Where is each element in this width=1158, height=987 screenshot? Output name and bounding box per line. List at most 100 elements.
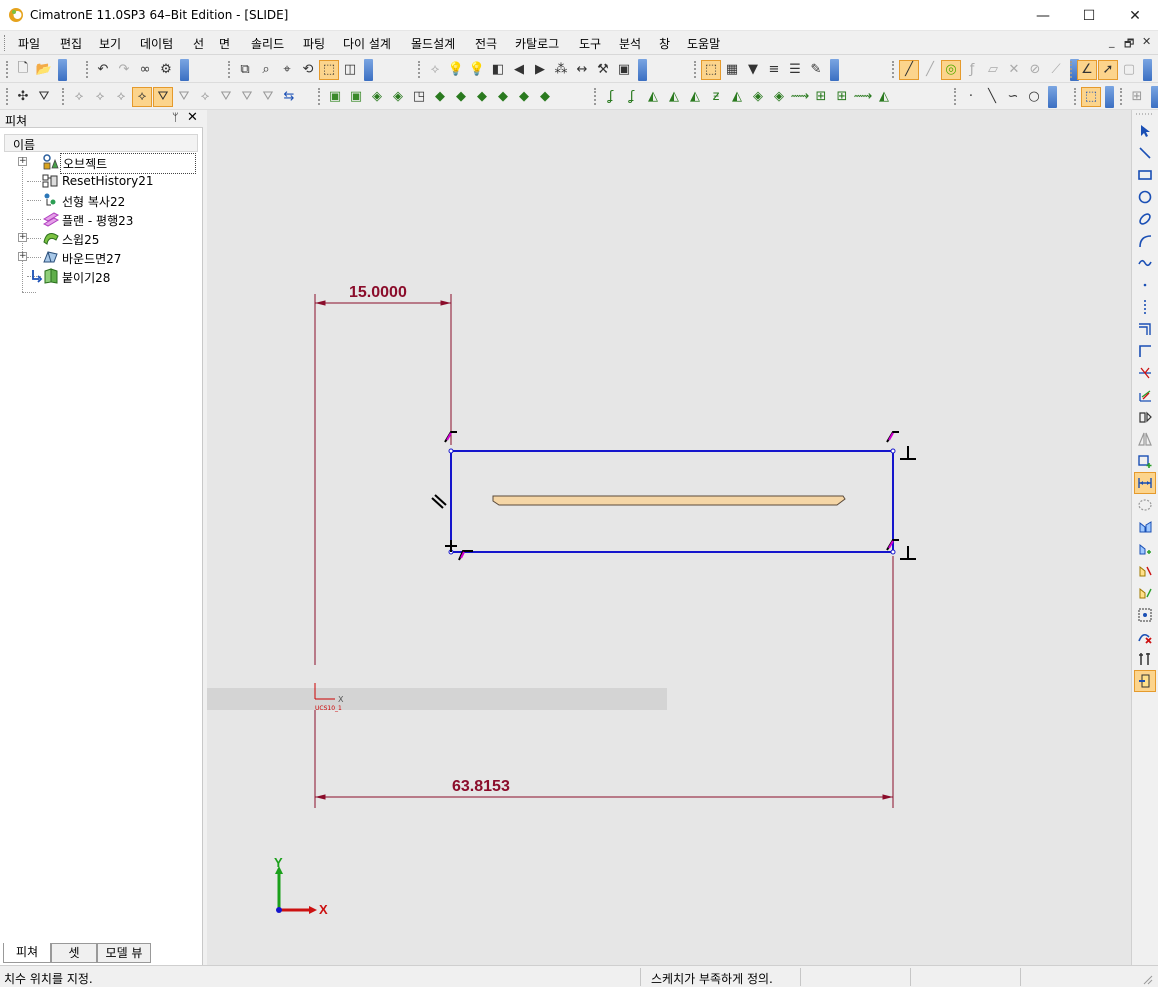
menu-edit[interactable]: 편집	[60, 35, 82, 52]
pick-point-icon[interactable]: ⟡	[90, 87, 110, 107]
dimension-tool-icon[interactable]	[1134, 472, 1156, 494]
solid-a-icon[interactable]: ◆	[430, 87, 450, 107]
view-orientation-icon[interactable]: ◫	[340, 60, 360, 80]
column-header[interactable]: 이름	[4, 134, 198, 152]
pick-filter-c-icon[interactable]: ⛛	[216, 87, 236, 107]
mdi-close-button[interactable]: ✕	[1142, 35, 1151, 48]
line-icon[interactable]: ╲	[982, 87, 1002, 107]
measure-icon[interactable]: ↔	[572, 60, 592, 80]
graphics-viewport[interactable]: 15.0000 63.8153 X UCS10_1 Y X	[207, 110, 1131, 965]
set-tree-icon[interactable]: ⁂	[551, 60, 571, 80]
menu-die-design[interactable]: 다이 설계	[343, 35, 391, 52]
solid-f-icon[interactable]: ◆	[535, 87, 555, 107]
toolbar-options-handle[interactable]	[1143, 58, 1152, 81]
tree-item-linear-copy[interactable]: 선형 복사22	[0, 191, 203, 210]
toolbar-grip-icon[interactable]	[1134, 110, 1156, 118]
zoom-window-icon[interactable]: ⌕	[256, 60, 276, 80]
pick-mode-icon[interactable]: ➚	[1098, 59, 1118, 80]
redo-icon[interactable]: ↷	[114, 60, 134, 80]
rotate-view-icon[interactable]: ⟲	[298, 60, 318, 80]
constraint-c-icon[interactable]	[1134, 560, 1156, 582]
expand-icon[interactable]: +	[18, 157, 27, 166]
surface-j-icon[interactable]: ⟿	[790, 87, 810, 107]
spline-tool-icon[interactable]	[1134, 252, 1156, 274]
paint-bucket-icon[interactable]: ▼	[743, 60, 763, 80]
point-tool-icon[interactable]	[1134, 274, 1156, 296]
surface-h-icon[interactable]: ◈	[748, 87, 768, 107]
menu-face[interactable]: 면	[219, 35, 230, 52]
snap-line-icon[interactable]: ╱	[899, 59, 919, 80]
pick-filter-e-icon[interactable]: ⛛	[258, 87, 278, 107]
solid-d-icon[interactable]: ◆	[493, 87, 513, 107]
menu-mold-design[interactable]: 몰드설계	[411, 35, 455, 52]
menu-help[interactable]: 도움말	[687, 35, 720, 52]
snap-misc-icon[interactable]: ⟋	[1046, 60, 1066, 80]
panel-close-button[interactable]: ✕	[187, 110, 198, 125]
feature-c-icon[interactable]: ◳	[409, 87, 429, 107]
add-constraint-icon[interactable]	[1134, 450, 1156, 472]
feature-new-icon[interactable]: ▣	[325, 87, 345, 107]
brush-icon[interactable]: ✎	[806, 60, 826, 80]
properties-icon[interactable]: ⚒	[593, 60, 613, 80]
expand-icon[interactable]: +	[18, 252, 27, 261]
new-file-icon[interactable]: 🗋	[13, 60, 33, 80]
dimension-bottom[interactable]	[314, 556, 894, 808]
ellipse-tool-icon[interactable]	[1134, 208, 1156, 230]
center-constraint-icon[interactable]	[1134, 604, 1156, 626]
pick-curve-icon[interactable]: ⟡	[111, 87, 131, 107]
menu-electrode[interactable]: 전극	[475, 35, 497, 52]
resize-grip-icon[interactable]	[1140, 972, 1154, 986]
extra-icon[interactable]: ⊞	[1127, 87, 1147, 107]
line-tool-icon[interactable]	[1134, 142, 1156, 164]
centerline-tool-icon[interactable]	[1134, 296, 1156, 318]
tree-item-reset-history[interactable]: ResetHistory21	[0, 172, 203, 191]
filter-funnel-icon[interactable]: ⛛	[34, 87, 54, 107]
auto-dimension-icon[interactable]	[1134, 494, 1156, 516]
color-grid-icon[interactable]: ▦	[722, 60, 742, 80]
exit-sketch-icon[interactable]: ⬚	[1081, 86, 1101, 107]
toolbar-options-handle[interactable]	[58, 58, 67, 81]
trim-tool-icon[interactable]	[1134, 362, 1156, 384]
menu-window[interactable]: 창	[659, 35, 670, 52]
menu-curve[interactable]: 선	[193, 35, 204, 52]
toolbar-options-handle[interactable]	[1105, 85, 1114, 108]
menu-parting[interactable]: 파팅	[303, 35, 325, 52]
maximize-button[interactable]: ☐	[1066, 0, 1112, 31]
menu-tools[interactable]: 도구	[579, 35, 601, 52]
surface-d-icon[interactable]: ◭	[664, 87, 684, 107]
pick-all-icon[interactable]: ⟡	[69, 87, 89, 107]
constraint-b-icon[interactable]	[1134, 538, 1156, 560]
sketch-vertex[interactable]	[890, 549, 896, 555]
toolbar-options-handle[interactable]	[638, 58, 647, 81]
surface-b-icon[interactable]: ʆ	[622, 87, 642, 107]
filter-icon[interactable]: ✣	[13, 87, 33, 107]
dimension-top-value[interactable]: 15.0000	[349, 284, 407, 301]
minimize-button[interactable]: —	[1020, 0, 1066, 31]
tools-icon[interactable]	[1134, 648, 1156, 670]
show-icon[interactable]: 💡	[467, 60, 487, 80]
view-cube-icon[interactable]: ⬚	[319, 59, 339, 80]
circle-tool-icon[interactable]	[1134, 186, 1156, 208]
constraint-d-icon[interactable]	[1134, 582, 1156, 604]
surface-l-icon[interactable]: ⊞	[832, 87, 852, 107]
point-icon[interactable]: ·	[961, 87, 981, 107]
toolbar-options-handle[interactable]	[830, 58, 839, 81]
display-filter-icon[interactable]: ⟡	[425, 60, 445, 80]
select-arrow-icon[interactable]	[1134, 120, 1156, 142]
expand-icon[interactable]: +	[18, 233, 27, 242]
surface-f-icon[interactable]: ƶ	[706, 87, 726, 107]
line-style-icon[interactable]: ≡	[764, 60, 784, 80]
offset-tool-icon[interactable]	[1134, 318, 1156, 340]
surface-i-icon[interactable]: ◈	[769, 87, 789, 107]
toolbar-options-handle[interactable]	[364, 58, 373, 81]
mdi-restore-button[interactable]: 🗗	[1124, 35, 1134, 54]
snap-tangent-icon[interactable]: ╱	[920, 60, 940, 80]
tree-item-attach[interactable]: 붙이기28	[0, 267, 203, 286]
delete-constraint-icon[interactable]	[1134, 626, 1156, 648]
menu-datum[interactable]: 데이텀	[140, 35, 173, 52]
tab-model-view[interactable]: 모델 뷰	[97, 943, 151, 963]
feature-a-icon[interactable]: ◈	[367, 87, 387, 107]
replay-icon[interactable]: ⚙	[156, 60, 176, 80]
next-icon[interactable]: ▶	[530, 60, 550, 80]
menu-file[interactable]: 파일	[18, 35, 40, 52]
